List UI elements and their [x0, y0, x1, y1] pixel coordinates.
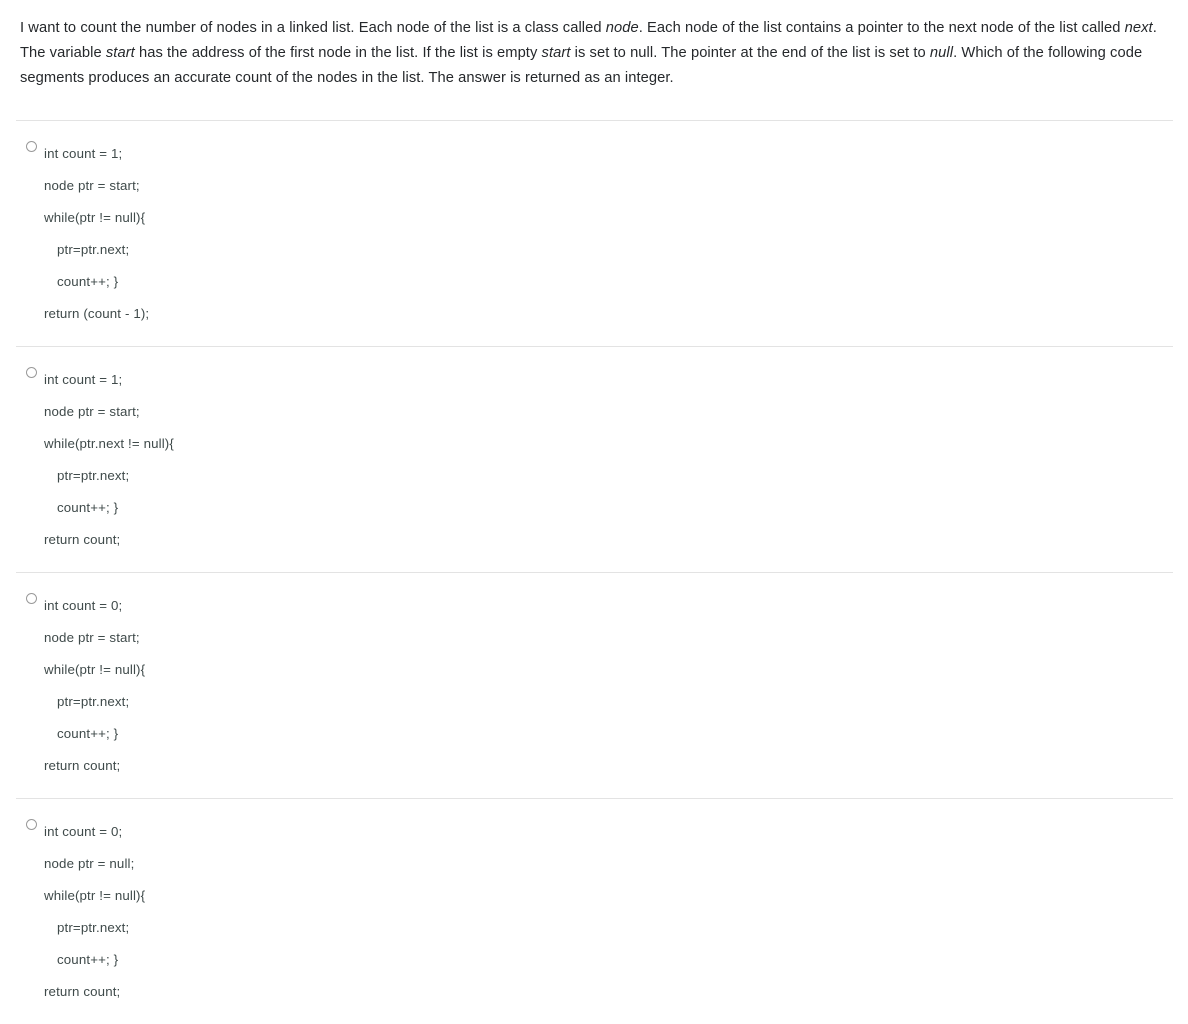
answer-option[interactable]: int count = 0; node ptr = start; while(ptr… — [16, 572, 1173, 798]
answer-code-line: int count = 1; — [44, 146, 123, 161]
answer-code-block: int count = 0; node ptr = null; while(ptr … — [16, 816, 1173, 1008]
answer-code-line: while(ptr != null){ — [44, 210, 146, 225]
answer-code-line: count++; } — [57, 952, 119, 967]
answer-code-line: count++; } — [57, 726, 119, 741]
question-text-run: has the address of the first node in the… — [134, 45, 542, 61]
answer-code-line: ptr=ptr.next; — [57, 242, 130, 257]
answer-code-line: ptr=ptr.next; — [57, 920, 130, 935]
answer-option[interactable]: int count = 1; node ptr = start; while(ptr… — [16, 346, 1173, 572]
radio-button-icon[interactable] — [26, 141, 37, 152]
radio-button-icon[interactable] — [26, 593, 37, 604]
question-text-run: . Each node of the list contains a point… — [638, 20, 1125, 36]
answer-option[interactable]: int count = 1; node ptr = start; while(ptr… — [16, 120, 1173, 346]
quiz-page: I want to count the number of nodes in a… — [0, 0, 1188, 999]
answer-code-line: count++; } — [57, 274, 119, 289]
answer-option-body[interactable]: int count = 1; node ptr = start; while(ptr… — [16, 121, 1173, 346]
answer-code-block: int count = 1; node ptr = start; while(ptr… — [16, 138, 1173, 330]
question-term-italic: start — [541, 45, 571, 61]
answer-code-line: int count = 0; — [44, 824, 123, 839]
answer-option[interactable]: int count = 0; node ptr = null; while(ptr … — [16, 798, 1173, 1024]
question-term-italic: start — [105, 45, 135, 61]
answer-code-line: node ptr = null; — [44, 856, 135, 871]
answer-options-list: int count = 1; node ptr = start; while(ptr… — [16, 120, 1173, 1024]
answer-code-line: node ptr = start; — [44, 630, 140, 645]
question-term-italic: node — [605, 20, 639, 36]
question-term-italic: next — [1124, 20, 1153, 36]
question-prompt: I want to count the number of nodes in a… — [20, 16, 1173, 91]
answer-option-body[interactable]: int count = 0; node ptr = null; while(ptr … — [16, 799, 1173, 1024]
answer-code-block: int count = 0; node ptr = start; while(ptr… — [16, 590, 1173, 782]
answer-code-line: return count; — [44, 984, 121, 999]
answer-code-line: ptr=ptr.next; — [57, 468, 130, 483]
answer-option-body[interactable]: int count = 1; node ptr = start; while(ptr… — [16, 347, 1173, 572]
answer-code-line: return (count - 1); — [44, 306, 150, 321]
answer-code-line: while(ptr.next != null){ — [44, 436, 174, 451]
answer-code-line: while(ptr != null){ — [44, 888, 146, 903]
answer-code-line: int count = 1; — [44, 372, 123, 387]
answer-code-line: count++; } — [57, 500, 119, 515]
question-text-run: I want to count the number of nodes in a… — [20, 20, 606, 36]
answer-option-body[interactable]: int count = 0; node ptr = start; while(ptr… — [16, 573, 1173, 798]
answer-code-line: int count = 0; — [44, 598, 123, 613]
question-text-run: is set to null. The pointer at the end o… — [570, 45, 930, 61]
answer-code-line: return count; — [44, 758, 121, 773]
question-term-italic: null — [929, 45, 954, 61]
answer-code-block: int count = 1; node ptr = start; while(ptr… — [16, 364, 1173, 556]
answer-code-line: ptr=ptr.next; — [57, 694, 130, 709]
answer-code-line: return count; — [44, 532, 121, 547]
answer-code-line: while(ptr != null){ — [44, 662, 146, 677]
answer-code-line: node ptr = start; — [44, 404, 140, 419]
radio-button-icon[interactable] — [26, 819, 37, 830]
radio-button-icon[interactable] — [26, 367, 37, 378]
answer-code-line: node ptr = start; — [44, 178, 140, 193]
